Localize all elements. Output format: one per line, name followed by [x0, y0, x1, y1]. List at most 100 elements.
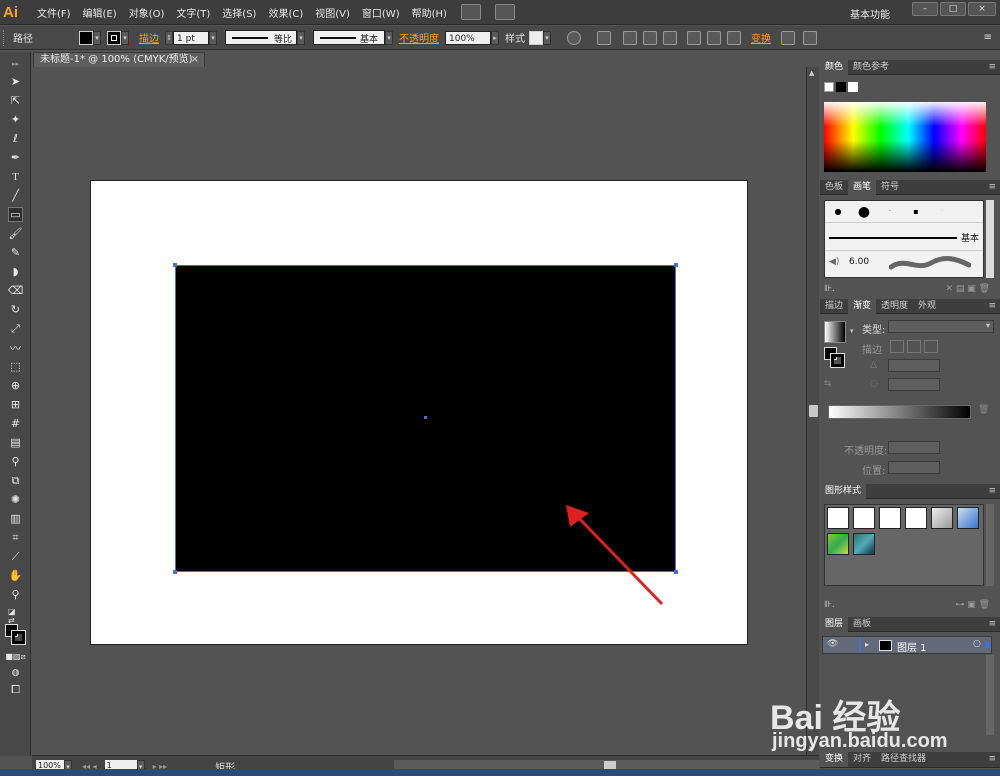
free-transform-tool-icon[interactable]: ⬚ [8, 359, 23, 374]
styles-library-icon[interactable]: ⊪. [824, 600, 835, 610]
mesh-tool-icon[interactable]: # [8, 416, 23, 431]
pencil-tool-icon[interactable]: ✎ [8, 245, 23, 260]
menu-file[interactable]: 文件(F) [37, 5, 71, 20]
align-bottom-icon[interactable] [727, 30, 741, 45]
eyedropper-tool-icon[interactable]: ⚲ [8, 454, 23, 469]
bridge-icon[interactable] [460, 4, 481, 20]
stroke-profile-dropdown[interactable]: ▾ [297, 30, 305, 45]
brush-library-icon[interactable]: ⊪. [824, 284, 835, 294]
tab-graphic-styles[interactable]: 图形样式 [820, 483, 867, 499]
style-double[interactable] [905, 507, 927, 529]
close-tab-icon[interactable]: × [191, 53, 199, 67]
recolor-artwork-icon[interactable] [567, 30, 581, 45]
align-top-icon[interactable] [687, 30, 701, 45]
tab-gradient[interactable]: 渐变 [848, 298, 877, 314]
brush-dot-small[interactable]: ● [825, 201, 851, 222]
rotate-tool-icon[interactable]: ↻ [8, 302, 23, 317]
rectangle-tool-icon[interactable]: ▭ [8, 207, 23, 222]
paintbrush-tool-icon[interactable]: 🖌 [8, 226, 23, 241]
tab-appearance[interactable]: 外观 [913, 299, 941, 314]
pen-tool-icon[interactable]: ✒ [8, 150, 23, 165]
angle-field[interactable] [888, 359, 940, 372]
black-swatch[interactable] [836, 82, 846, 92]
menu-edit[interactable]: 编辑(E) [83, 5, 117, 20]
perspective-grid-tool-icon[interactable]: ⊞ [8, 397, 23, 412]
style-teal-texture[interactable] [853, 533, 875, 555]
menu-object[interactable]: 对象(O) [129, 5, 165, 20]
transform-link[interactable]: 变换 [751, 30, 771, 45]
arrange-documents-icon[interactable] [494, 4, 515, 20]
handle-top-left[interactable] [173, 263, 177, 267]
fill-swatch[interactable] [79, 30, 93, 45]
gradient-opacity-field[interactable] [888, 441, 940, 454]
handle-bottom-left[interactable] [173, 570, 177, 574]
styles-actions-icons[interactable]: ⊶ ▣ 🗑 [955, 600, 990, 610]
panel-menu-icon[interactable]: ≡ [988, 60, 996, 75]
slice-tool-icon[interactable]: ⟋ [8, 549, 23, 564]
tab-symbols[interactable]: 符号 [876, 180, 904, 195]
align-right-icon[interactable] [663, 30, 677, 45]
white-swatch[interactable] [848, 82, 858, 92]
canvas[interactable] [32, 67, 806, 755]
reverse-gradient-icon[interactable]: ⇆ [824, 379, 832, 389]
menu-window[interactable]: 窗口(W) [362, 5, 400, 20]
style-blue-gradient[interactable] [957, 507, 979, 529]
direct-selection-tool-icon[interactable]: ⇱ [8, 93, 23, 108]
zoom-tool-icon[interactable]: ⚲ [8, 587, 23, 602]
maximize-button[interactable]: □ [940, 2, 966, 16]
workspace-switcher[interactable]: 基本功能 [850, 6, 890, 21]
opacity-input[interactable]: 100% [445, 30, 491, 45]
menu-select[interactable]: 选择(S) [222, 5, 256, 20]
brush-actions-icons[interactable]: ✕ ▤ ▣ 🗑 [945, 284, 990, 294]
tab-swatches[interactable]: 色板 [820, 180, 848, 195]
line-tool-icon[interactable]: ╱ [8, 188, 23, 203]
drawing-mode-icon[interactable]: ◍ [8, 665, 23, 680]
stroke-weight-dropdown[interactable]: ▾ [209, 30, 217, 45]
gradient-slider[interactable] [828, 405, 971, 419]
stroke-across-icon[interactable] [924, 340, 938, 353]
graphic-style-dropdown[interactable]: ▾ [543, 30, 551, 45]
handle-bottom-right[interactable] [674, 570, 678, 574]
panel-menu-icon[interactable]: ≡ [988, 617, 996, 632]
style-none[interactable] [853, 507, 875, 529]
brush-row-basic[interactable]: 基本 [825, 223, 983, 251]
target-circle-icon[interactable]: ○ [973, 639, 981, 649]
tab-color-guide[interactable]: 颜色参考 [848, 60, 894, 75]
brush-dropdown[interactable]: ▾ [385, 30, 393, 45]
stroke-within-icon[interactable] [890, 340, 904, 353]
menu-help[interactable]: 帮助(H) [412, 5, 447, 20]
layer-name[interactable]: 图层 1 [897, 639, 927, 654]
default-fill-stroke-icon[interactable]: ◪ ⇄ [8, 607, 23, 625]
tab-pathfinder[interactable]: 路径查找器 [876, 752, 931, 767]
tab-layers[interactable]: 图层 [820, 616, 849, 632]
gradient-type-select[interactable]: ▾ [888, 320, 994, 333]
handle-top-right[interactable] [674, 263, 678, 267]
scroll-down-icon[interactable]: ▼ [809, 745, 814, 753]
scale-tool-icon[interactable]: ⤢ [8, 321, 23, 336]
style-gray-gradient[interactable] [931, 507, 953, 529]
tab-color[interactable]: 颜色 [820, 59, 849, 75]
selection-indicator[interactable] [985, 642, 991, 648]
panel-menu-icon[interactable]: ≡ [988, 484, 996, 499]
tab-transform[interactable]: 变换 [820, 752, 849, 767]
gradient-tool-icon[interactable]: ▤ [8, 435, 23, 450]
stroke-weight-stepper[interactable]: ⇕ [165, 30, 173, 45]
minimize-button[interactable]: – [912, 2, 938, 16]
lasso-tool-icon[interactable]: ℓ [8, 131, 23, 146]
panel-menu-icon[interactable]: ≡ [988, 752, 996, 767]
none-swatch[interactable] [824, 82, 834, 92]
close-button[interactable]: × [968, 2, 996, 16]
layer-row[interactable]: 👁 ▸ 图层 1 ○ [822, 636, 992, 654]
align-options-icon[interactable] [597, 30, 611, 45]
selection-options-icon[interactable] [803, 30, 817, 45]
type-tool-icon[interactable]: T [8, 169, 23, 184]
opacity-dropdown[interactable]: ▸ [491, 30, 499, 45]
artboard-tool-icon[interactable]: ⌗ [8, 530, 23, 545]
gradient-preview[interactable] [824, 321, 846, 343]
gradient-preview-dropdown[interactable]: ▾ [850, 327, 854, 335]
align-hcenter-icon[interactable] [643, 30, 657, 45]
eraser-tool-icon[interactable]: ⌫ [8, 283, 24, 298]
layers-scrollbar[interactable] [986, 655, 994, 735]
control-bar-menu-icon[interactable]: ≡ [984, 32, 992, 43]
tab-brushes[interactable]: 画笔 [848, 179, 877, 195]
